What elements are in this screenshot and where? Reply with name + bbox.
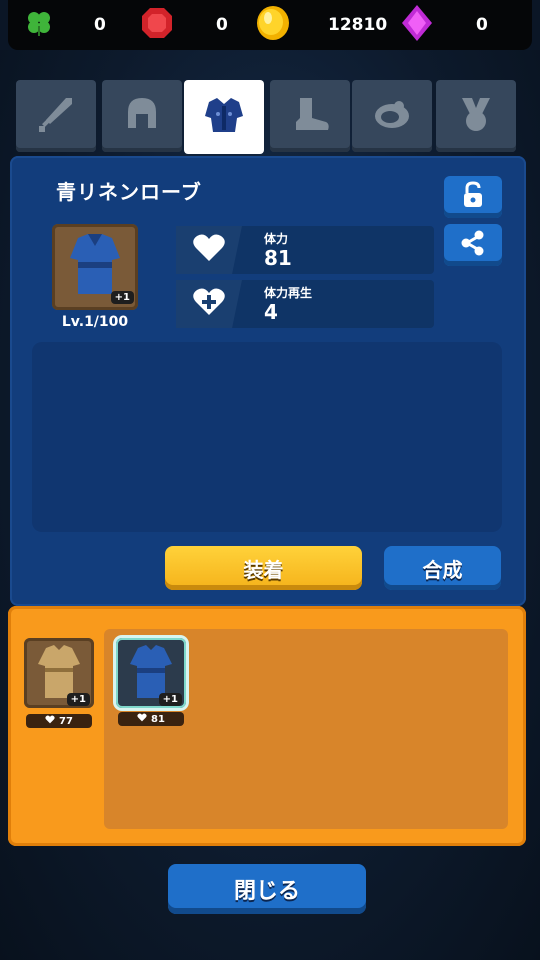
heart-plus-icon — [192, 287, 226, 321]
share-icon — [459, 229, 487, 261]
heart-icon — [137, 713, 147, 725]
ring-icon — [371, 94, 413, 138]
armor-icon — [201, 92, 247, 142]
gem-currency: 0 — [400, 4, 488, 46]
tab-weapon[interactable] — [16, 80, 96, 152]
clover-currency: 0 — [24, 6, 106, 44]
heart-icon — [45, 715, 55, 727]
tab-boots[interactable] — [270, 80, 350, 152]
gem-count: 0 — [476, 15, 488, 35]
ruby-count: 0 — [216, 15, 228, 35]
stat-icon-box-regen — [176, 280, 242, 328]
medal-icon — [456, 94, 496, 138]
stat-label-hp-regen: 体力再生 — [264, 286, 313, 300]
close-button[interactable]: 閉じる — [168, 864, 366, 914]
boot-icon — [288, 94, 332, 138]
inventory-stat-blue-robe: 81 — [118, 712, 184, 726]
item-level: Lv.1/100 — [61, 314, 129, 330]
equip-button[interactable]: 装着 — [165, 546, 362, 590]
helmet-icon — [122, 94, 162, 138]
tab-helmet[interactable] — [102, 80, 182, 152]
share-button[interactable] — [444, 224, 502, 266]
equipment-tabs — [16, 80, 524, 154]
clover-count: 0 — [94, 15, 106, 35]
currency-bar: 0 0 12810 0 — [8, 0, 532, 50]
stat-row-hp-regen: 体力再生 4 — [176, 280, 434, 328]
item-plus-badge: +1 — [110, 291, 134, 304]
purple-gem-icon — [400, 4, 434, 46]
stat-row-hp: 体力 81 — [176, 226, 434, 274]
gold-coin-icon — [254, 4, 292, 46]
item-name: 青リネンローブ — [56, 180, 202, 204]
ruby-icon — [140, 6, 174, 44]
inventory-item-blue-robe[interactable]: +1 — [116, 638, 186, 708]
gold-currency: 12810 — [254, 4, 387, 46]
inventory-stat-tan-tunic: 77 — [26, 714, 92, 728]
synthesize-button[interactable]: 合成 — [384, 546, 501, 590]
sword-icon — [36, 94, 76, 138]
inventory-plus-badge: +1 — [158, 693, 182, 706]
inventory-stat-value: 81 — [151, 713, 165, 725]
tab-ring[interactable] — [352, 80, 432, 152]
ruby-currency: 0 — [140, 6, 228, 44]
inventory-plus-badge: +1 — [66, 693, 90, 706]
stat-icon-box-hp — [176, 226, 242, 274]
lock-button[interactable] — [444, 176, 502, 218]
item-description-box — [32, 342, 502, 532]
stat-label-hp: 体力 — [264, 232, 289, 246]
gold-count: 12810 — [328, 15, 388, 35]
unlock-icon — [460, 181, 486, 213]
clover-icon — [24, 8, 54, 42]
tab-armor[interactable] — [184, 80, 264, 154]
inventory-stat-value: 77 — [59, 715, 73, 727]
stat-value-hp-regen: 4 — [264, 300, 278, 324]
heart-icon — [192, 233, 226, 267]
inventory-item-tan-tunic[interactable]: +1 — [24, 638, 94, 708]
item-thumbnail: +1 — [52, 224, 138, 310]
tab-medal[interactable] — [436, 80, 516, 152]
stat-value-hp: 81 — [264, 246, 292, 270]
